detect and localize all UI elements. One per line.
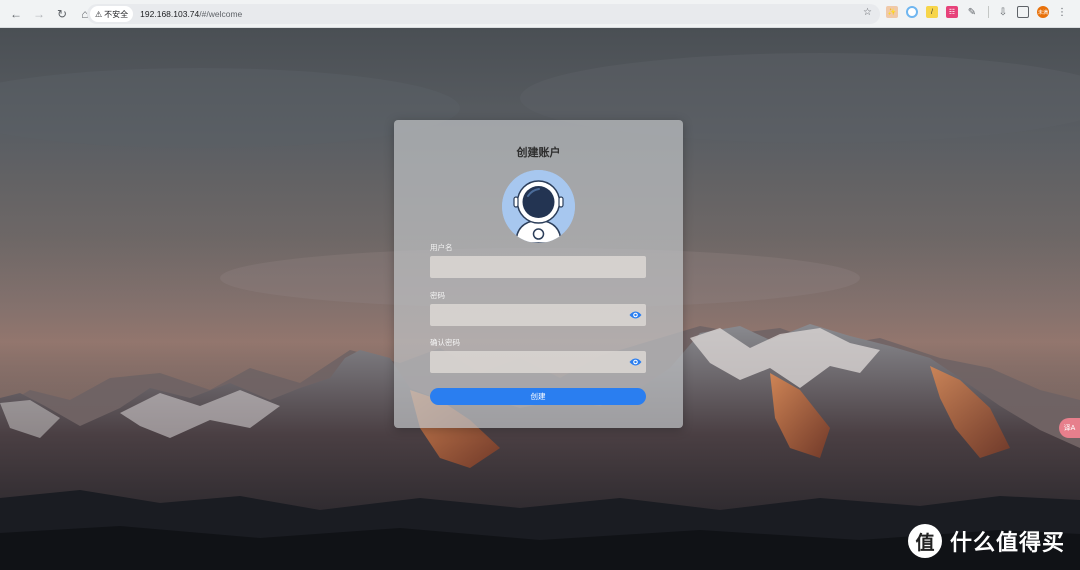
username-input[interactable] [430, 256, 646, 278]
reload-icon[interactable]: ↻ [52, 4, 72, 24]
confirm-password-input[interactable] [430, 351, 646, 373]
eye-icon[interactable] [629, 309, 642, 321]
username-label: 用户名 [430, 243, 453, 252]
extensions-icon[interactable]: ✎ [966, 6, 978, 18]
watermark-text: 什么值得买 [950, 531, 1066, 556]
eye-icon[interactable] [629, 356, 642, 368]
menu-icon[interactable]: ⋮ [1057, 7, 1067, 18]
browser-toolbar: ← → ↻ ⌂ ⚠ 不安全 192.168.103.74/#/welcome ☆… [0, 0, 1080, 28]
address-bar[interactable]: ⚠ 不安全 192.168.103.74/#/welcome ☆ [87, 4, 880, 24]
side-panel-icon[interactable] [1017, 6, 1029, 18]
extension-3-icon[interactable]: / [926, 6, 938, 18]
profile-avatar[interactable]: 未满 [1037, 6, 1049, 18]
extension-4-icon[interactable]: ☷ [946, 6, 958, 18]
password-label: 密码 [430, 291, 445, 300]
security-chip[interactable]: ⚠ 不安全 [90, 6, 134, 22]
url-path: /#/welcome [199, 9, 243, 19]
confirm-password-label: 确认密码 [430, 338, 460, 347]
create-account-card: 创建账户 用户名 密码 确认密码 创建 [394, 120, 683, 428]
card-title: 创建账户 [516, 147, 561, 159]
warning-icon: ⚠ [95, 9, 103, 19]
extensions-bar: ✨ / ☷ ✎ ⇩ 未满 ⋮ [886, 6, 1067, 18]
watermark-logo: 值 [908, 524, 942, 558]
astronaut-avatar[interactable] [502, 170, 575, 243]
url-text[interactable]: 192.168.103.74/#/welcome [140, 9, 242, 19]
translate-side-tab[interactable]: 译A [1059, 418, 1080, 438]
toolbar-divider [988, 6, 989, 18]
extension-2-icon[interactable] [906, 6, 918, 18]
url-host: 192.168.103.74 [140, 9, 200, 19]
create-button[interactable]: 创建 [430, 388, 646, 405]
extension-1-icon[interactable]: ✨ [886, 6, 898, 18]
download-icon[interactable]: ⇩ [997, 6, 1009, 18]
astronaut-icon [502, 170, 575, 243]
star-icon[interactable]: ☆ [863, 7, 872, 18]
back-icon[interactable]: ← [6, 4, 26, 24]
forward-icon[interactable]: → [29, 4, 49, 24]
watermark: 值 什么值得买 [908, 524, 1065, 558]
security-label: 不安全 [104, 9, 129, 19]
password-input[interactable] [430, 304, 646, 326]
